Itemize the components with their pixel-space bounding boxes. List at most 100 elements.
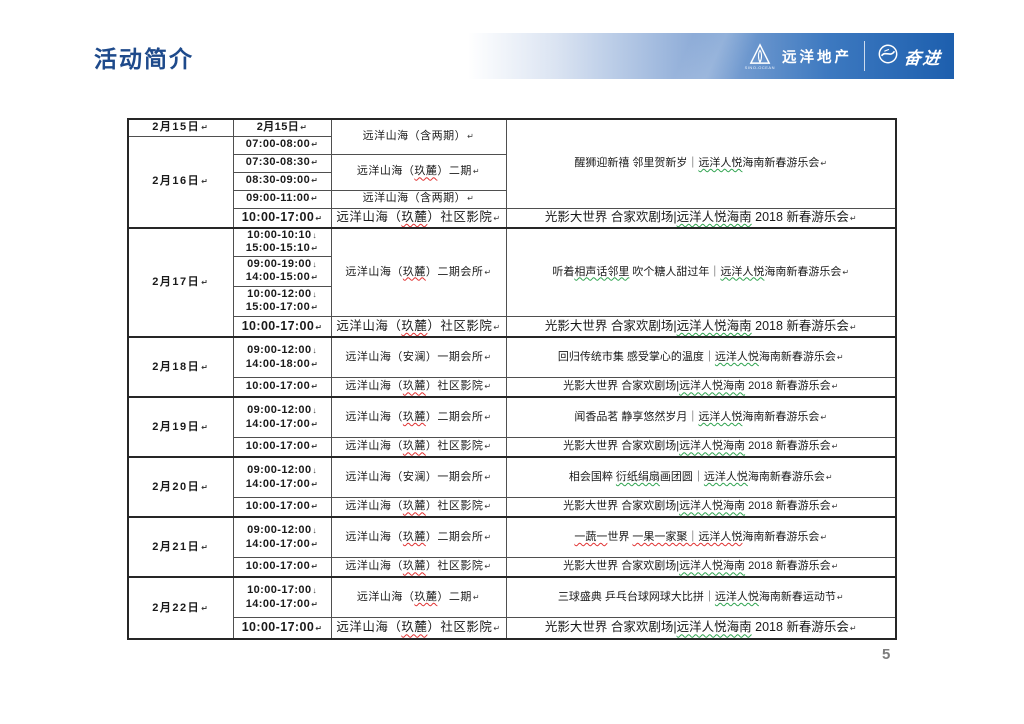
page-title: 活动简介 — [94, 40, 194, 74]
table-cell-time: 10:00-17:00↵ — [233, 497, 331, 517]
table-cell-time: 09:00-12:00↓14:00-17:00↵ — [233, 457, 331, 497]
cell-text: 2月15日 — [152, 121, 200, 133]
cell-text: 玖麓 — [403, 411, 426, 423]
cell-text: 2018 新春游乐会 — [752, 319, 849, 333]
cell-text: 07:00-08:00 — [246, 138, 310, 150]
table-cell-activity: 醒狮迎新禧 邻里贺新岁｜远洋人悦海南新春游乐会↵ — [506, 119, 896, 208]
cell-text: 2月19日 — [152, 421, 200, 433]
cell-text: 14:00-17:00 — [246, 538, 310, 550]
cell-text: 2月22日 — [152, 602, 200, 614]
table-cell-activity: 相会国粹 衍纸绢扇画团圆｜远洋人悦海南新春游乐会↵ — [506, 457, 896, 497]
cell-text: 世界 — [607, 531, 632, 543]
cell-text: 远洋山海（ — [345, 266, 403, 278]
cell-text: 远洋人悦 — [698, 157, 742, 169]
cell-text: 14:00-15:00 — [246, 271, 310, 283]
sino-ocean-logo-text: 远洋地产 — [782, 46, 852, 67]
paragraph-mark: ↵ — [311, 540, 318, 549]
table-cell-date: 2月21日↵ — [128, 517, 233, 577]
table-cell-date: 2月22日↵ — [128, 577, 233, 639]
cell-text: 远洋人悦海南 — [679, 380, 745, 392]
cell-text: 07:30-08:30 — [246, 156, 310, 168]
table-cell-activity: 三球盛典 乒乓台球网球大比拼｜远洋人悦海南新春运动节↵ — [506, 577, 896, 617]
cell-text: 2月18日 — [152, 361, 200, 373]
table-row: 2月21日↵09:00-12:00↓14:00-17:00↵远洋山海（玖麓）二期… — [128, 517, 896, 557]
cell-text: 听着 — [552, 266, 574, 278]
cell-text: 09:00-19:00 — [247, 258, 311, 270]
table-cell-activity: 光影大世界 合家欢剧场|远洋人悦海南 2018 新春游乐会↵ — [506, 208, 896, 228]
cell-text: 09:00-12:00 — [247, 404, 311, 416]
cell-text: 相会国粹 — [569, 471, 616, 483]
cell-text: 画团圆｜ — [660, 471, 704, 483]
paragraph-mark: ↵ — [311, 140, 318, 149]
table-cell-activity: 光影大世界 合家欢剧场|远洋人悦海南 2018 新春游乐会↵ — [506, 617, 896, 639]
cell-text: 远洋人悦 — [715, 351, 759, 363]
cell-text: 远洋山海（ — [357, 165, 415, 177]
cell-text: 玖麓 — [403, 500, 426, 512]
paragraph-mark: ↵ — [201, 543, 209, 552]
cell-text: 玖麓 — [403, 560, 426, 572]
paragraph-mark: ↵ — [315, 323, 322, 332]
cell-text: 远洋人悦海南 — [679, 500, 745, 512]
cell-text: 10:00-10:10 — [247, 229, 311, 241]
table-cell-venue: 远洋山海（玖麓）二期会所↵ — [331, 517, 506, 557]
cell-text: 10:00-17:00 — [246, 500, 310, 512]
cell-text: 远洋人悦海南 — [679, 440, 745, 452]
paragraph-mark: ↵ — [493, 214, 500, 223]
paragraph-mark: ↓ — [312, 346, 316, 355]
paragraph-mark: ↓ — [312, 260, 316, 269]
cell-text: 远洋山海（ — [345, 380, 403, 392]
table-cell-time: 10:00-17:00↓14:00-17:00↵ — [233, 577, 331, 617]
paragraph-mark: ↵ — [467, 194, 474, 203]
table-row: 2月22日↵10:00-17:00↓14:00-17:00↵远洋山海（玖麓）二期… — [128, 577, 896, 617]
cell-text: 14:00-18:00 — [246, 358, 310, 370]
cell-text: 09:00-11:00 — [246, 192, 310, 204]
paragraph-mark: ↵ — [311, 176, 318, 185]
cell-text: ）社区影院 — [426, 500, 484, 512]
table-row: 2月17日↵10:00-10:10↓15:00-15:10↵远洋山海（玖麓）二期… — [128, 228, 896, 256]
cell-text: 2018 新春游乐会 — [745, 380, 831, 392]
table-cell-activity: 回归传统市集 感受掌心的温度｜远洋人悦海南新春游乐会↵ — [506, 337, 896, 377]
table-row: 10:00-17:00↵远洋山海（玖麓）社区影院↵光影大世界 合家欢剧场|远洋人… — [128, 208, 896, 228]
cell-text: 光影大世界 合家欢剧场| — [563, 560, 679, 572]
cell-text: 玖麓 — [403, 380, 426, 392]
paragraph-mark: ↵ — [850, 214, 857, 223]
cell-text: 远洋山海（ — [336, 210, 401, 224]
cell-text: 远洋山海（ — [345, 560, 403, 572]
table-cell-venue: 远洋山海（玖麓）社区影院↵ — [331, 617, 506, 639]
paragraph-mark: ↓ — [312, 526, 316, 535]
cell-text: 相声话邻里 — [574, 266, 629, 278]
paragraph-mark: ↵ — [315, 214, 322, 223]
cell-text: 海南新春运动节 — [759, 591, 836, 603]
cell-text: 光影大世界 合家欢剧场| — [545, 620, 677, 634]
table-cell-venue: 远洋山海（含两期）↵ — [331, 190, 506, 208]
table-cell-time: 09:00-11:00↵ — [233, 190, 331, 208]
paragraph-mark: ↵ — [484, 382, 491, 391]
cell-text: 玖麓 — [403, 266, 426, 278]
table-row: 10:00-17:00↵远洋山海（玖麓）社区影院↵光影大世界 合家欢剧场|远洋人… — [128, 557, 896, 577]
header-gradient-bar: SINO-OCEAN 远洋地产 奋进 — [468, 33, 954, 79]
table-cell-venue: 远洋山海（安澜）一期会所↵ — [331, 457, 506, 497]
cell-text: ）二期 — [437, 591, 472, 603]
cell-text: 09:00-12:00 — [247, 344, 311, 356]
paragraph-mark: ↓ — [312, 586, 316, 595]
paragraph-mark: ↵ — [315, 624, 322, 633]
paragraph-mark: ↵ — [311, 158, 318, 167]
cell-text: 10:00-17:00 — [242, 620, 315, 634]
cell-text: 2018 新春游乐会 — [752, 620, 849, 634]
table-cell-venue: 远洋山海（玖麓）社区影院↵ — [331, 557, 506, 577]
paragraph-mark: ↵ — [311, 382, 318, 391]
table-cell-time: 09:00-12:00↓14:00-18:00↵ — [233, 337, 331, 377]
cell-text: 光影大世界 合家欢剧场| — [563, 440, 679, 452]
paragraph-mark: ↵ — [484, 442, 491, 451]
cell-text: 10:00-12:00 — [247, 288, 311, 300]
table-cell-date: 2月17日↵ — [128, 228, 233, 337]
paragraph-mark: ↵ — [484, 502, 491, 511]
paragraph-mark: ↵ — [311, 420, 318, 429]
paragraph-mark: ↵ — [311, 562, 318, 571]
paragraph-mark: ↵ — [484, 413, 491, 422]
fenjin-logo-icon — [877, 43, 899, 70]
table-cell-venue: 远洋山海（玖麓）二期会所↵ — [331, 397, 506, 437]
cell-text: ）二期会所 — [426, 411, 484, 423]
paragraph-mark: ↵ — [484, 268, 491, 277]
paragraph-mark: ↵ — [300, 123, 307, 132]
